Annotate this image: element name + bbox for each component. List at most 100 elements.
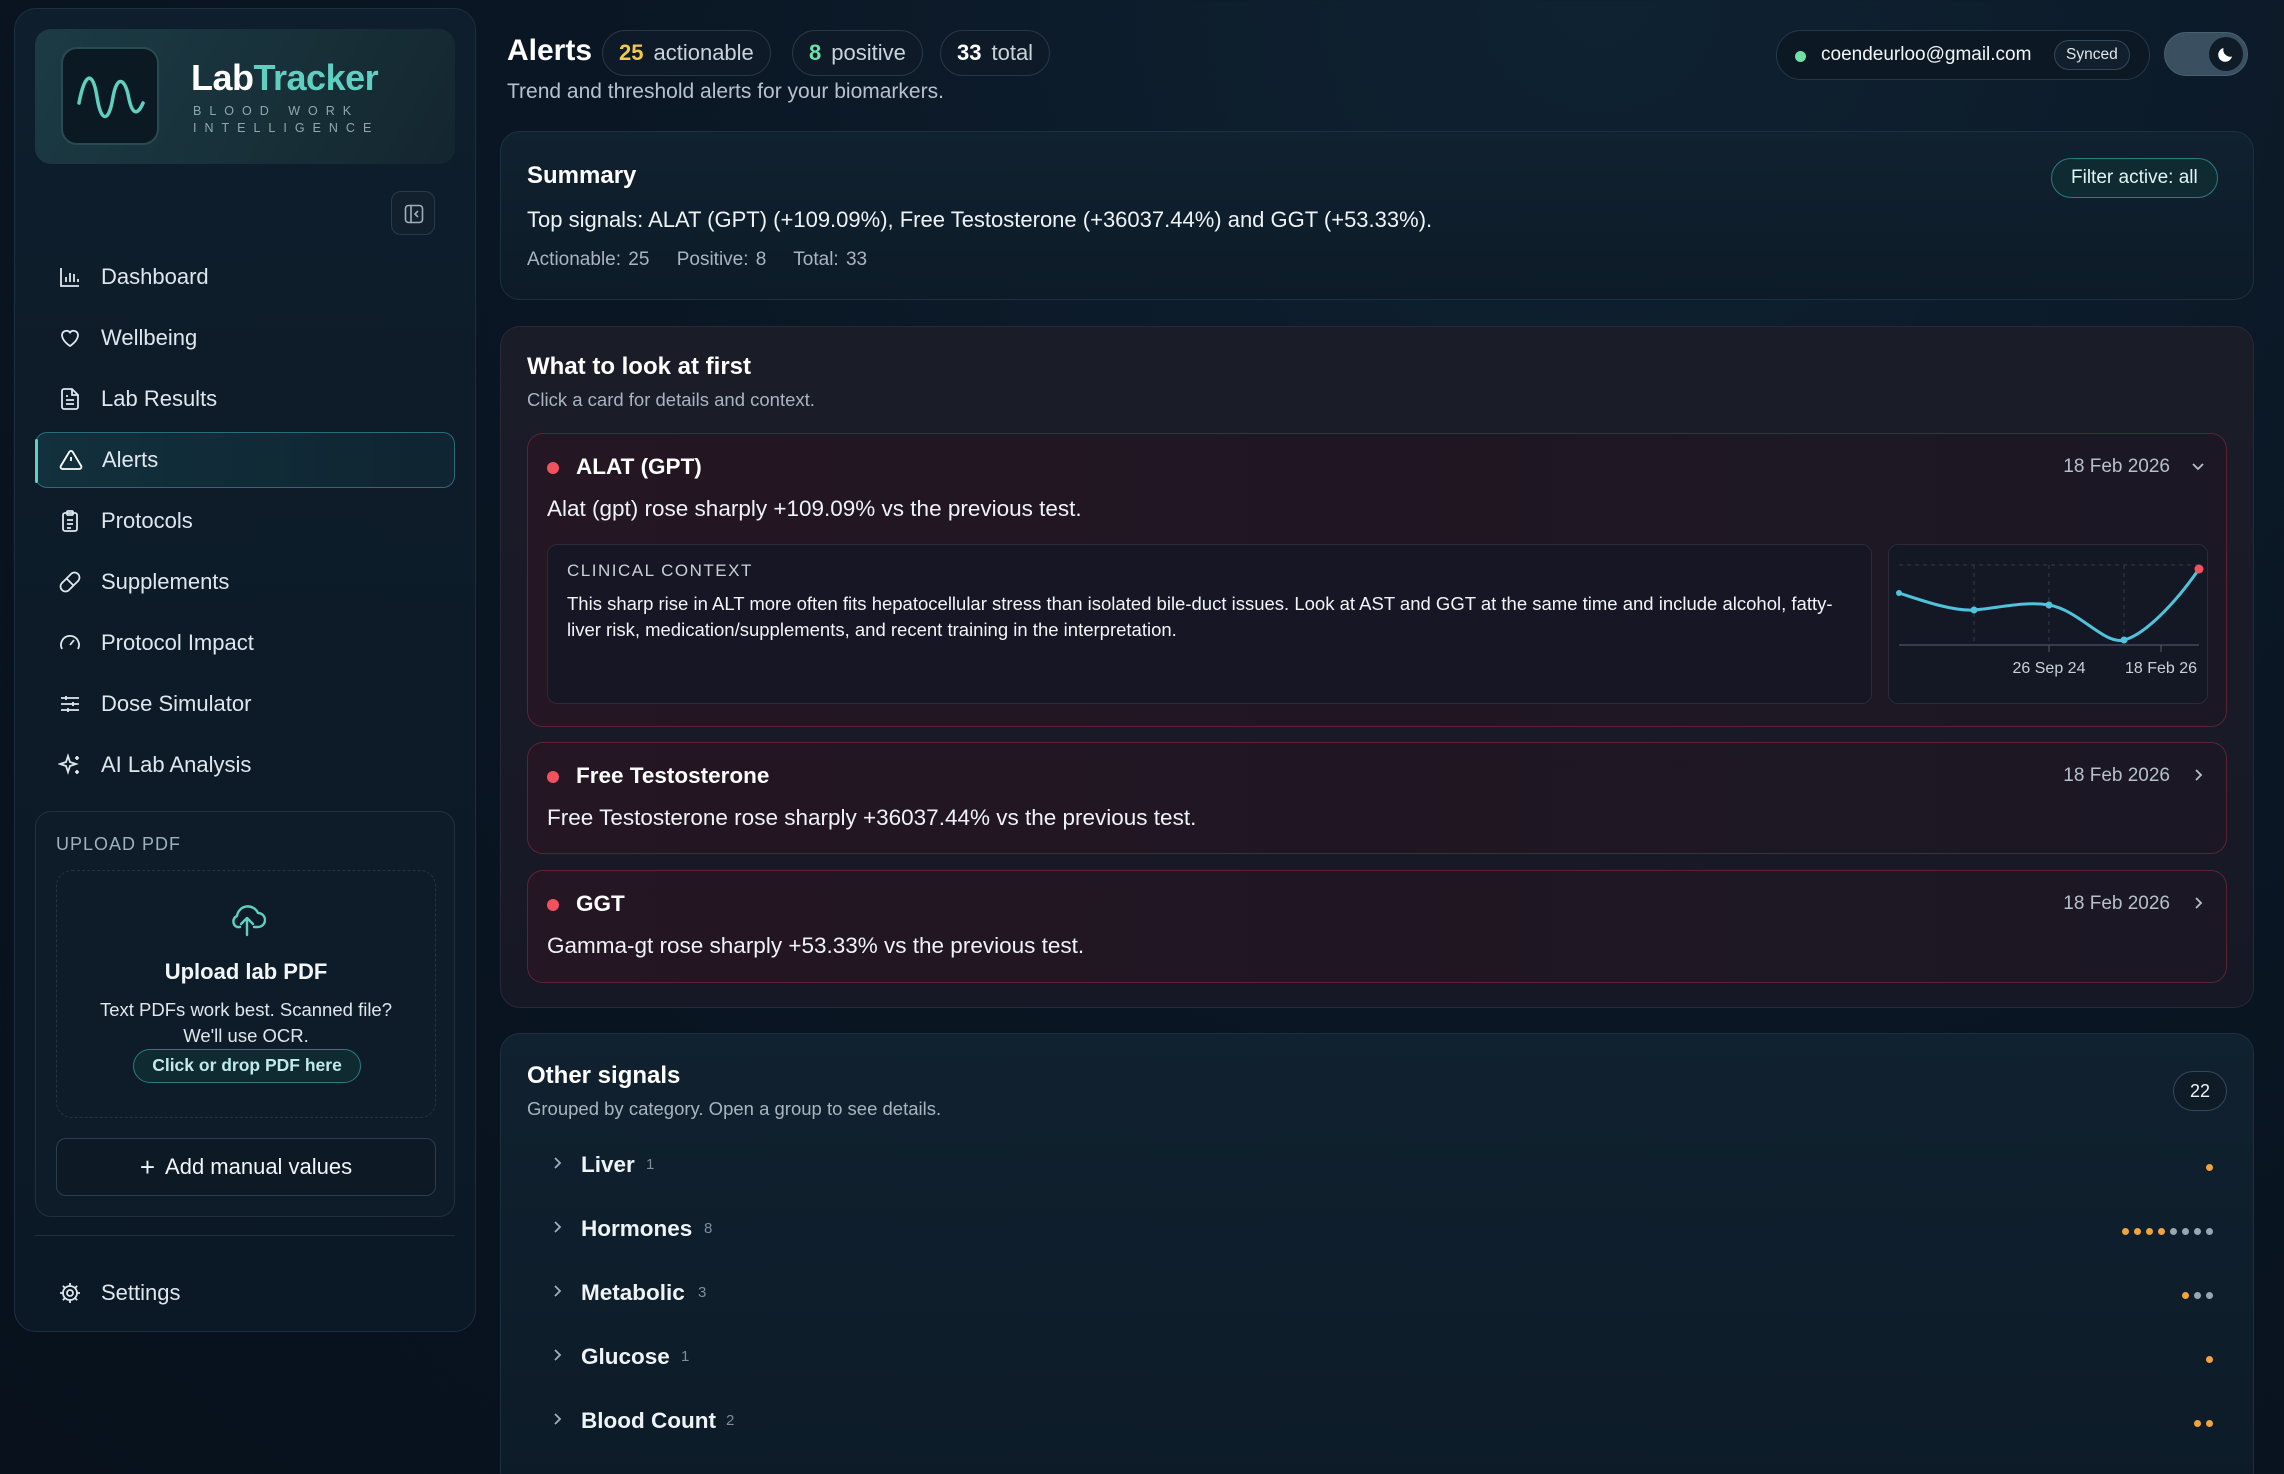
sidebar-item-ai-lab-analysis[interactable]: AI Lab Analysis [35,737,455,793]
alert-card-ggt[interactable]: GGT 18 Feb 2026 Gamma-gt rose sharply +5… [527,870,2227,983]
severity-dots [2194,1420,2213,1427]
sidebar-item-protocol-impact[interactable]: Protocol Impact [35,615,455,671]
brand-logo[interactable]: LabTracker BLOOD WORK INTELLIGENCE [35,29,455,164]
positive-count-pill[interactable]: 8 positive [792,30,923,76]
signal-group-metabolic[interactable]: Metabolic 3 [527,1264,2227,1328]
severity-dots [2182,1292,2213,1299]
brand-tagline: BLOOD WORK INTELLIGENCE [193,104,380,135]
account-badge[interactable]: coendeurloo@gmail.com Synced [1776,30,2150,80]
signal-group-blood-count[interactable]: Blood Count 2 [527,1392,2227,1456]
pill-icon [57,569,83,595]
sidebar-item-lab-results[interactable]: Lab Results [35,371,455,427]
upload-help-text: Text PDFs work best. Scanned file? We'll… [99,999,393,1046]
upload-pdf-panel: UPLOAD PDF Upload lab PDF Text PDFs work… [35,811,455,1217]
alert-name: ALAT (GPT) [576,454,702,479]
theme-toggle[interactable] [2164,32,2248,76]
upload-section-title: UPLOAD PDF [56,834,182,854]
account-email: coendeurloo@gmail.com [1821,44,2032,65]
signal-group-hormones[interactable]: Hormones 8 [527,1200,2227,1264]
pill-label: positive [831,40,906,65]
add-manual-values-button[interactable]: + Add manual values [56,1138,436,1196]
sidebar-item-dashboard[interactable]: Dashboard [35,249,455,305]
sparkles-icon [57,752,83,778]
brand-name: LabTracker [191,57,379,98]
alert-description: Free Testosterone rose sharply +36037.44… [547,805,1197,830]
sidebar-divider [35,1235,455,1236]
pill-count: 25 [619,40,644,65]
severity-dot [547,771,559,783]
alert-card-free-testosterone[interactable]: Free Testosterone 18 Feb 2026 Free Testo… [527,742,2227,854]
sliders-icon [57,691,83,717]
alert-date: 18 Feb 2026 [2063,765,2170,786]
sidebar-item-alerts[interactable]: Alerts [35,432,455,488]
chevron-right-icon [554,1157,562,1169]
chevron-right-icon[interactable] [2190,767,2206,783]
moon-icon [2218,48,2232,62]
chevron-right-icon [554,1413,562,1425]
group-count: 2 [726,1412,735,1429]
page-title: Alerts [507,34,593,67]
pill-count: 8 [809,40,822,65]
alert-description: Alat (gpt) rose sharply +109.09% vs the … [547,496,1082,521]
sidebar-item-settings[interactable]: Settings [35,1265,455,1321]
severity-dot [547,462,559,474]
sidebar-collapse-icon [404,204,424,224]
pill-label: total [991,40,1034,65]
alert-description: Gamma-gt rose sharply +53.33% vs the pre… [547,933,1085,958]
look-first-title: What to look at first [527,353,751,380]
look-first-card: What to look at first Click a card for d… [500,326,2254,1008]
sidebar-item-dose-simulator[interactable]: Dose Simulator [35,676,455,732]
spark-tick-label: 18 Feb 26 [2125,660,2197,677]
toggle-knob [2209,37,2243,71]
summary-stats: Actionable: 25 Positive: 8 Total: 33 [527,249,887,271]
clipboard-icon [57,508,83,534]
group-count: 1 [646,1156,655,1173]
sidebar-item-supplements[interactable]: Supplements [35,554,455,610]
chevron-right-icon [554,1349,562,1361]
upload-pdf-button[interactable]: Click or drop PDF here [133,1049,361,1083]
clinical-context-box: CLINICAL CONTEXT This sharp rise in ALT … [547,544,1872,704]
group-count: 1 [681,1348,690,1365]
sidebar-item-protocols[interactable]: Protocols [35,493,455,549]
other-signals-title: Other signals [527,1062,681,1089]
chevron-down-icon[interactable] [2190,458,2206,474]
group-name: Blood Count [581,1408,716,1433]
pill-count: 33 [957,40,982,65]
total-count-pill[interactable]: 33 total [940,30,1051,76]
filter-badge[interactable]: Filter active: all [2051,158,2218,198]
sidebar-item-label: Dose Simulator [101,691,252,716]
clinical-context-label: CLINICAL CONTEXT [567,561,753,580]
online-status-dot [1795,51,1806,62]
alert-name: Free Testosterone [576,763,770,788]
sidebar-item-label: Lab Results [101,386,218,411]
chevron-right-icon[interactable] [2190,895,2206,911]
sync-status-badge: Synced [2054,40,2130,70]
sidebar-nav: Dashboard Wellbeing Lab Results Alerts P… [35,249,455,798]
pill-label: actionable [653,40,754,65]
signal-group-glucose[interactable]: Glucose 1 [527,1328,2227,1392]
group-count: 3 [698,1284,707,1301]
sidebar: LabTracker BLOOD WORK INTELLIGENCE Dashb… [14,8,476,1332]
group-name: Hormones [581,1216,693,1241]
alert-name: GGT [576,891,625,916]
page-subtitle: Trend and threshold alerts for your biom… [507,80,944,103]
heart-icon [57,325,83,351]
sidebar-item-label: Settings [101,1280,181,1305]
actionable-count-pill[interactable]: 25 actionable [602,30,771,76]
sidebar-collapse-button[interactable] [391,191,435,235]
summary-title: Summary [527,162,637,189]
other-signals-subtitle: Grouped by category. Open a group to see… [527,1098,942,1119]
sidebar-item-wellbeing[interactable]: Wellbeing [35,310,455,366]
pulse-wave-icon [61,47,159,145]
sidebar-item-label: Supplements [101,569,230,594]
sidebar-item-label: Wellbeing [101,325,198,350]
sidebar-item-label: AI Lab Analysis [101,752,252,777]
summary-actionable: Actionable: 25 [527,249,650,270]
sidebar-item-label: Protocol Impact [101,630,254,655]
signal-group-liver[interactable]: Liver 1 [527,1136,2227,1200]
pdf-dropzone[interactable]: Upload lab PDF Text PDFs work best. Scan… [56,870,436,1118]
chevron-right-icon [554,1285,562,1297]
bar-chart-icon [57,264,83,290]
alert-card-alat[interactable]: ALAT (GPT) 18 Feb 2026 Alat (gpt) rose s… [527,433,2227,727]
gear-icon [57,1280,83,1306]
